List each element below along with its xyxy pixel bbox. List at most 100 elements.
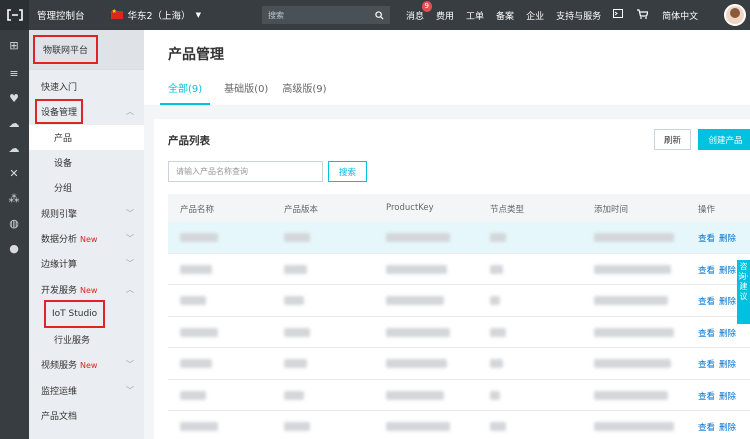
table-row[interactable]: 查看 删除 [168, 380, 750, 411]
product-search-input[interactable]: 请输入产品名称查询 [168, 161, 323, 182]
col-product-name: 产品名称 [180, 205, 215, 215]
region-selector[interactable]: 华东2（上海） ▼ [110, 8, 201, 22]
nav-monitoring[interactable]: 监控运维 ﹀ [29, 378, 144, 403]
view-link[interactable]: 查看 [698, 360, 715, 370]
delete-link[interactable]: 删除 [719, 329, 736, 339]
aliyun-logo-icon[interactable] [0, 0, 29, 30]
new-tag: New [80, 361, 98, 371]
search-placeholder: 搜索 [268, 10, 284, 20]
view-link[interactable]: 查看 [698, 234, 715, 244]
nav-device[interactable]: 设备 [29, 150, 144, 175]
redacted-cell [284, 233, 310, 242]
table-row[interactable]: 查看 删除 [168, 254, 750, 285]
shuffle-icon[interactable]: ✕ [8, 168, 20, 180]
row-actions: 查看 删除 [698, 390, 740, 402]
cloud-icon[interactable]: ☁ [8, 118, 20, 130]
new-tag: New [80, 234, 98, 244]
nav-data-analysis[interactable]: 数据分析 New ﹀ [29, 226, 144, 251]
view-link[interactable]: 查看 [698, 266, 715, 276]
redacted-cell [594, 233, 674, 242]
delete-link[interactable]: 删除 [719, 297, 736, 307]
page-header: 产品管理 全部(9) 基础版(0) 高级版(9) [144, 30, 750, 105]
tab-basic[interactable]: 基础版(0) [224, 80, 268, 105]
feedback-tab[interactable]: 咨询·建议 [737, 260, 750, 324]
terminal-icon[interactable] [607, 9, 629, 21]
globe-icon[interactable]: ◍ [8, 218, 20, 230]
table-row[interactable]: 查看 删除 [168, 348, 750, 380]
chevron-up-icon: ︿ [126, 284, 134, 294]
nav-rule-engine[interactable]: 规则引擎 ﹀ [29, 200, 144, 225]
tab-advanced[interactable]: 高级版(9) [282, 80, 326, 105]
product-rail: ⊞ ≡ ♥ ☁ ☁ ✕ ⁂ ◍ ● [0, 30, 29, 439]
grid-icon[interactable]: ⊞ [8, 40, 20, 52]
redacted-cell [490, 327, 506, 337]
nav-product[interactable]: 产品 [29, 124, 144, 150]
redacted-cell [180, 422, 218, 431]
redacted-cell [490, 422, 506, 431]
redacted-cell [180, 233, 218, 242]
delete-link[interactable]: 删除 [719, 423, 736, 433]
nav-product-docs[interactable]: 产品文档 [29, 403, 144, 428]
nodes-icon[interactable]: ⁂ [8, 193, 20, 205]
nav-messages[interactable]: 消息 9 [400, 0, 433, 22]
view-link[interactable]: 查看 [698, 392, 715, 402]
cloud-upload-icon[interactable]: ☁ [8, 143, 20, 155]
create-product-button[interactable]: 创建产品 [698, 129, 750, 150]
redacted-cell [490, 233, 506, 242]
redacted-cell [594, 264, 671, 274]
col-actions: 操作 [698, 205, 716, 215]
search-button[interactable]: 搜索 [328, 161, 367, 182]
nav-tickets[interactable]: 工单 [460, 9, 490, 22]
nav-group[interactable]: 分组 [29, 175, 144, 200]
redacted-cell [180, 359, 212, 368]
redacted-cell [490, 390, 500, 400]
delete-link[interactable]: 删除 [719, 392, 736, 402]
redacted-cell [180, 296, 206, 305]
nav-quick-start[interactable]: 快速入门 [29, 74, 144, 99]
delete-link[interactable]: 删除 [719, 360, 736, 370]
heart-icon[interactable]: ♥ [8, 93, 20, 105]
table-row[interactable]: 查看 删除 [168, 285, 750, 317]
nav-video-services[interactable]: 视频服务 New ﹀ [29, 352, 144, 377]
nav-dev-services[interactable]: 开发服务 New ︿ [29, 276, 144, 301]
redacted-cell [594, 327, 674, 337]
table-row[interactable]: 查看 删除 [168, 222, 750, 254]
nav-billing[interactable]: 费用 [430, 9, 460, 22]
redacted-cell [386, 422, 450, 431]
device-management-label: 设备管理 [35, 99, 84, 125]
region-label: 华东2（上海） [127, 11, 191, 22]
redacted-cell [180, 264, 212, 274]
redacted-cell [180, 327, 218, 337]
console-link[interactable]: 管理控制台 [37, 8, 85, 22]
nav-enterprise[interactable]: 企业 [520, 9, 550, 22]
table-row[interactable]: 查看 删除 [168, 317, 750, 348]
nav-icp[interactable]: 备案 [490, 9, 520, 22]
nav-industry-services[interactable]: 行业服务 [29, 327, 144, 352]
language-switch[interactable]: 简体中文 [656, 9, 704, 22]
col-node-type: 节点类型 [490, 205, 525, 215]
nav-device-management[interactable]: 设备管理 ︿ [29, 99, 144, 125]
platform-title: 物联网平台 [33, 35, 99, 64]
redacted-cell [386, 296, 444, 305]
avatar[interactable] [724, 4, 746, 26]
redacted-cell [284, 422, 310, 431]
delete-link[interactable]: 删除 [719, 234, 736, 244]
view-link[interactable]: 查看 [698, 423, 715, 433]
nav-iot-studio[interactable]: IoT Studio [29, 300, 144, 329]
refresh-button[interactable]: 刷新 [654, 129, 691, 150]
menu-icon[interactable]: ≡ [8, 68, 20, 80]
table-row[interactable]: 查看 删除 [168, 411, 750, 439]
redacted-cell [594, 359, 671, 368]
view-link[interactable]: 查看 [698, 329, 715, 339]
china-flag-icon [110, 8, 123, 19]
tab-all[interactable]: 全部(9) [160, 80, 211, 105]
nav-edge-computing[interactable]: 边缘计算 ﹀ [29, 251, 144, 276]
cart-icon[interactable] [629, 8, 656, 22]
nav-support[interactable]: 支持与服务 [550, 9, 607, 22]
circle-icon[interactable]: ● [8, 243, 20, 255]
delete-link[interactable]: 删除 [719, 266, 736, 276]
global-search[interactable]: 搜索 [262, 6, 390, 24]
row-actions: 查看 删除 [698, 295, 740, 307]
view-link[interactable]: 查看 [698, 297, 715, 307]
iot-studio-label: IoT Studio [44, 300, 106, 329]
